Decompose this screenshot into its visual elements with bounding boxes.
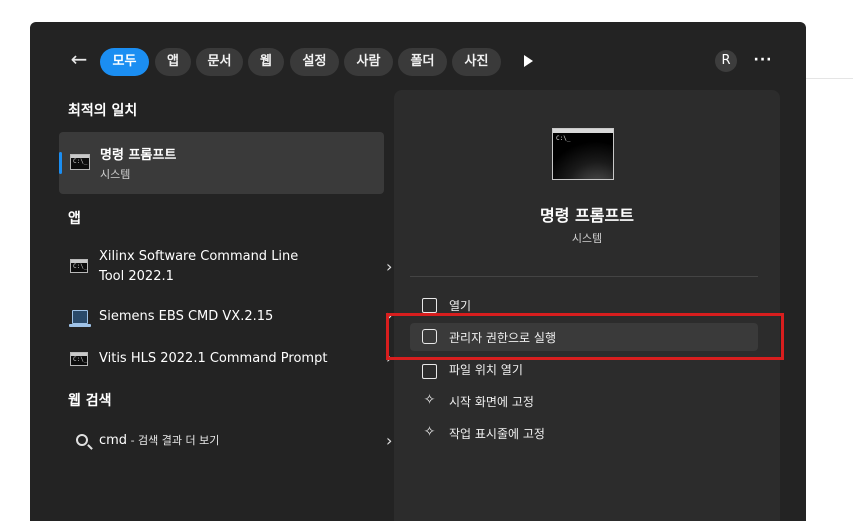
selection-indicator bbox=[59, 152, 62, 174]
user-avatar[interactable]: R bbox=[715, 50, 737, 72]
action-label: 열기 bbox=[449, 299, 472, 313]
filter-documents[interactable]: 문서 bbox=[196, 48, 243, 76]
pin-icon: ✧ bbox=[423, 392, 436, 408]
folder-icon bbox=[422, 364, 437, 379]
pin-icon: ✧ bbox=[423, 424, 436, 440]
app-item-siemens[interactable]: Siemens EBS CMD VX.2.15 › bbox=[59, 306, 392, 334]
chevron-right-icon[interactable]: › bbox=[386, 431, 392, 450]
best-match-subtitle: 시스템 bbox=[100, 168, 131, 181]
detail-subtitle: 시스템 bbox=[571, 232, 603, 245]
web-search-item[interactable]: cmd - 검색 결과 더 보기 bbox=[99, 432, 219, 448]
filter-settings[interactable]: 설정 bbox=[290, 48, 339, 76]
section-best-match: 최적의 일치 bbox=[68, 103, 138, 119]
more-options-icon[interactable]: ··· bbox=[750, 48, 776, 74]
action-pin-to-start[interactable]: ✧ 시작 화면에 고정 bbox=[410, 387, 758, 415]
terminal-base bbox=[69, 324, 91, 327]
filter-folders[interactable]: 폴더 bbox=[398, 48, 447, 76]
search-icon bbox=[76, 434, 88, 446]
best-match-item[interactable]: C:\_ 명령 프롬프트 시스템 bbox=[59, 132, 384, 194]
action-label: 작업 표시줄에 고정 bbox=[449, 427, 545, 441]
back-arrow-icon[interactable]: ← bbox=[68, 48, 90, 70]
cmd-icon: C:\_ bbox=[70, 259, 88, 273]
app-title: Siemens EBS CMD VX.2.15 bbox=[99, 309, 274, 324]
action-pin-to-taskbar[interactable]: ✧ 작업 표시줄에 고정 bbox=[410, 419, 758, 447]
action-label: 파일 위치 열기 bbox=[449, 363, 523, 377]
detail-pane: C:\_ 명령 프롬프트 시스템 열기 관리자 권한으로 실행 파일 위치 열기… bbox=[394, 90, 780, 521]
best-match-title: 명령 프롬프트 bbox=[100, 148, 177, 163]
open-icon bbox=[422, 298, 437, 313]
cmd-icon: C:\_ bbox=[70, 154, 90, 170]
start-search-panel: ← 모두 앱 문서 웹 설정 사람 폴더 사진 R ··· 최적의 일치 C:\… bbox=[30, 22, 806, 521]
chevron-right-icon[interactable]: › bbox=[386, 257, 392, 276]
filter-web[interactable]: 웹 bbox=[248, 48, 284, 76]
web-search-query: cmd bbox=[99, 433, 128, 448]
app-item-vitis[interactable]: C:\_ Vitis HLS 2022.1 Command Prompt › bbox=[59, 348, 392, 376]
detail-divider bbox=[410, 276, 758, 277]
app-title-line1: Xilinx Software Command Line bbox=[99, 249, 299, 264]
more-filters-play-icon[interactable] bbox=[524, 55, 533, 67]
terminal-icon bbox=[72, 310, 88, 324]
action-label: 시작 화면에 고정 bbox=[449, 395, 534, 409]
highlight-annotation-box bbox=[386, 313, 784, 360]
desktop-divider-line bbox=[806, 78, 853, 79]
app-title-line2: Tool 2022.1 bbox=[99, 269, 174, 284]
app-item-xilinx[interactable]: C:\_ Xilinx Software Command Line Tool 2… bbox=[59, 246, 392, 290]
desktop-background-top bbox=[0, 0, 853, 22]
filter-apps[interactable]: 앱 bbox=[155, 48, 191, 76]
filter-people[interactable]: 사람 bbox=[344, 48, 393, 76]
section-web-search: 웹 검색 bbox=[68, 393, 112, 409]
app-title: Vitis HLS 2022.1 Command Prompt bbox=[99, 351, 328, 366]
detail-title: 명령 프롬프트 bbox=[540, 206, 634, 225]
filter-photos[interactable]: 사진 bbox=[452, 48, 501, 76]
web-search-suffix: - 검색 결과 더 보기 bbox=[127, 434, 220, 447]
filter-all[interactable]: 모두 bbox=[100, 48, 149, 76]
cmd-large-icon: C:\_ bbox=[552, 128, 614, 180]
section-apps: 앱 bbox=[68, 211, 81, 227]
cmd-icon: C:\_ bbox=[70, 352, 88, 366]
